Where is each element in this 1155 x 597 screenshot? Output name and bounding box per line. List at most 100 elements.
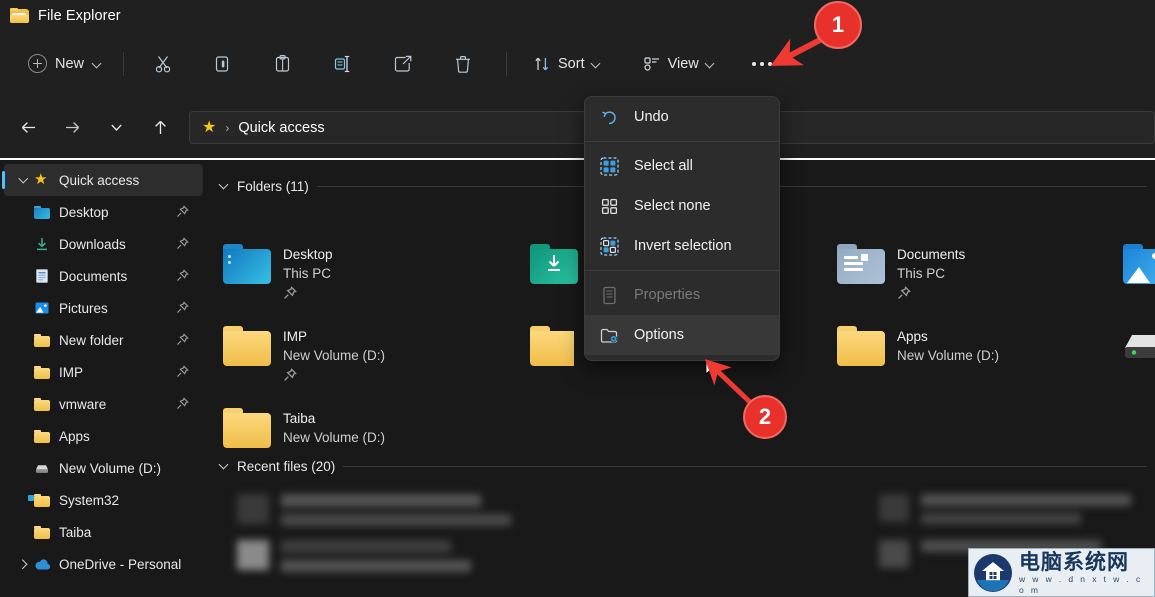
menu-item-undo[interactable]: Undo [585,97,779,137]
sidebar-item-downloads[interactable]: Downloads [4,228,203,260]
select-all-icon [599,156,620,177]
recent-file-row[interactable] [237,494,517,528]
watermark-title: 电脑系统网 [1019,549,1129,574]
pin-icon [177,205,189,217]
copy-button[interactable] [203,46,243,82]
annotation-badge-label: 2 [758,404,772,429]
ellipsis-icon [751,61,772,66]
back-button[interactable] [11,111,45,145]
folder-tile[interactable]: Apps New Volume (D:) [821,318,1121,396]
view-button-label: View [667,55,699,72]
sidebar-item-vmware[interactable]: vmware [4,388,203,420]
view-button[interactable]: View [632,46,726,82]
title-bar: File Explorer [0,0,1155,32]
share-button[interactable] [383,46,423,82]
folder-icon [34,396,50,412]
recent-locations-button[interactable] [99,111,133,145]
chevron-down-icon [92,59,101,68]
sort-button[interactable]: Sort [522,46,612,82]
sidebar-item-label: Apps [59,428,90,444]
folder-location: New Volume (D:) [283,348,386,363]
folder-icon [34,364,50,380]
chevron-down-icon[interactable] [219,181,229,191]
breadcrumb-separator: › [225,120,230,135]
sidebar-item-onedrive-personal[interactable]: OneDrive - Personal [4,548,203,580]
folder-icon [34,524,50,540]
folder-icon [10,8,29,24]
folder-tile[interactable]: Documents This PC [821,236,1121,314]
command-bar: New Sort View [0,32,1155,95]
pin-icon [177,333,189,345]
sidebar-item-quick-access[interactable]: ★ Quick access [2,164,203,196]
documents-icon [34,268,50,284]
folder-tile[interactable]: IMP New Volume (D:) [207,318,507,396]
folder-tile[interactable] [514,318,574,396]
pin-icon [898,286,911,299]
sidebar-item-new-volume-d[interactable]: New Volume (D:) [4,452,203,484]
sidebar-item-pictures[interactable]: Pictures [4,292,203,324]
annotation-badge-1: 1 [814,1,862,49]
menu-item-label: Invert selection [634,238,732,254]
folder-location: New Volume (D:) [283,430,386,445]
onedrive-icon [34,556,51,572]
menu-item-select-none[interactable]: Select none [585,186,779,226]
see-more-button[interactable] [744,46,780,82]
sidebar-item-desktop[interactable]: Desktop [4,196,203,228]
annotation-badge-2: 2 [743,395,787,439]
menu-item-label: Undo [634,109,669,125]
rename-button[interactable] [323,46,363,82]
menu-item-select-all[interactable]: Select all [585,146,779,186]
see-more-context-menu[interactable]: Undo Select all Select none Invert selec… [584,96,780,361]
copy-icon [215,55,229,72]
sidebar-item-documents[interactable]: Documents [4,260,203,292]
folder-tile[interactable]: Desktop This PC [207,236,507,314]
chevron-down-icon[interactable] [219,461,229,471]
downloads-icon [34,236,50,252]
folder-icon [837,326,885,368]
folder-name: Documents [897,247,966,262]
recent-file-row[interactable] [237,540,517,574]
sort-arrows-icon [535,57,549,70]
up-button[interactable] [143,111,177,145]
menu-item-label: Properties [634,287,701,303]
pictures-folder-icon [1123,244,1155,286]
forward-button[interactable] [55,111,89,145]
star-icon: ★ [34,171,48,188]
folder-location: New Volume (D:) [897,348,1000,363]
drive-tile[interactable] [1107,322,1155,400]
sidebar-item-label: New Volume (D:) [59,460,162,476]
sort-button-label: Sort [558,55,585,72]
menu-separator [585,270,779,271]
menu-item-invert-selection[interactable]: Invert selection [585,226,779,266]
chevron-down-icon[interactable] [14,176,32,184]
sidebar-item-label: System32 [59,492,120,508]
mouse-cursor [705,360,717,377]
sidebar-item-label: Quick access [59,172,140,188]
menu-item-options[interactable]: Options [585,315,779,355]
navigation-pane[interactable]: ★ Quick access Desktop Downloads Documen… [0,160,207,597]
cut-button[interactable] [143,46,183,82]
house-logo-icon [974,553,1012,592]
folder-location: This PC [897,266,946,281]
chevron-right-icon[interactable] [14,560,32,568]
address-bar: ★ › Quick access [0,95,1155,160]
sidebar-item-apps[interactable]: Apps [4,420,203,452]
sidebar-item-system32[interactable]: System32 [4,484,203,516]
folder-tile[interactable]: Taiba New Volume (D:) [207,400,507,478]
sidebar-item-taiba[interactable]: Taiba [4,516,203,548]
delete-button[interactable] [443,46,483,82]
sidebar-item-new-folder[interactable]: New folder [4,324,203,356]
sidebar-item-label: New folder [59,332,124,348]
recent-file-row[interactable] [879,494,1155,528]
sidebar-item-imp[interactable]: IMP [4,356,203,388]
folder-tile[interactable]: Pictures [1107,236,1155,314]
pin-icon [177,269,189,281]
pin-icon [177,397,189,409]
folder-icon [34,332,50,348]
sidebar-item-label: IMP [59,364,84,380]
new-button[interactable]: New [18,48,111,79]
circle-plus-icon [28,54,47,73]
menu-item-label: Select all [634,158,693,174]
folder-icon [223,326,271,368]
paste-button[interactable] [263,46,303,82]
